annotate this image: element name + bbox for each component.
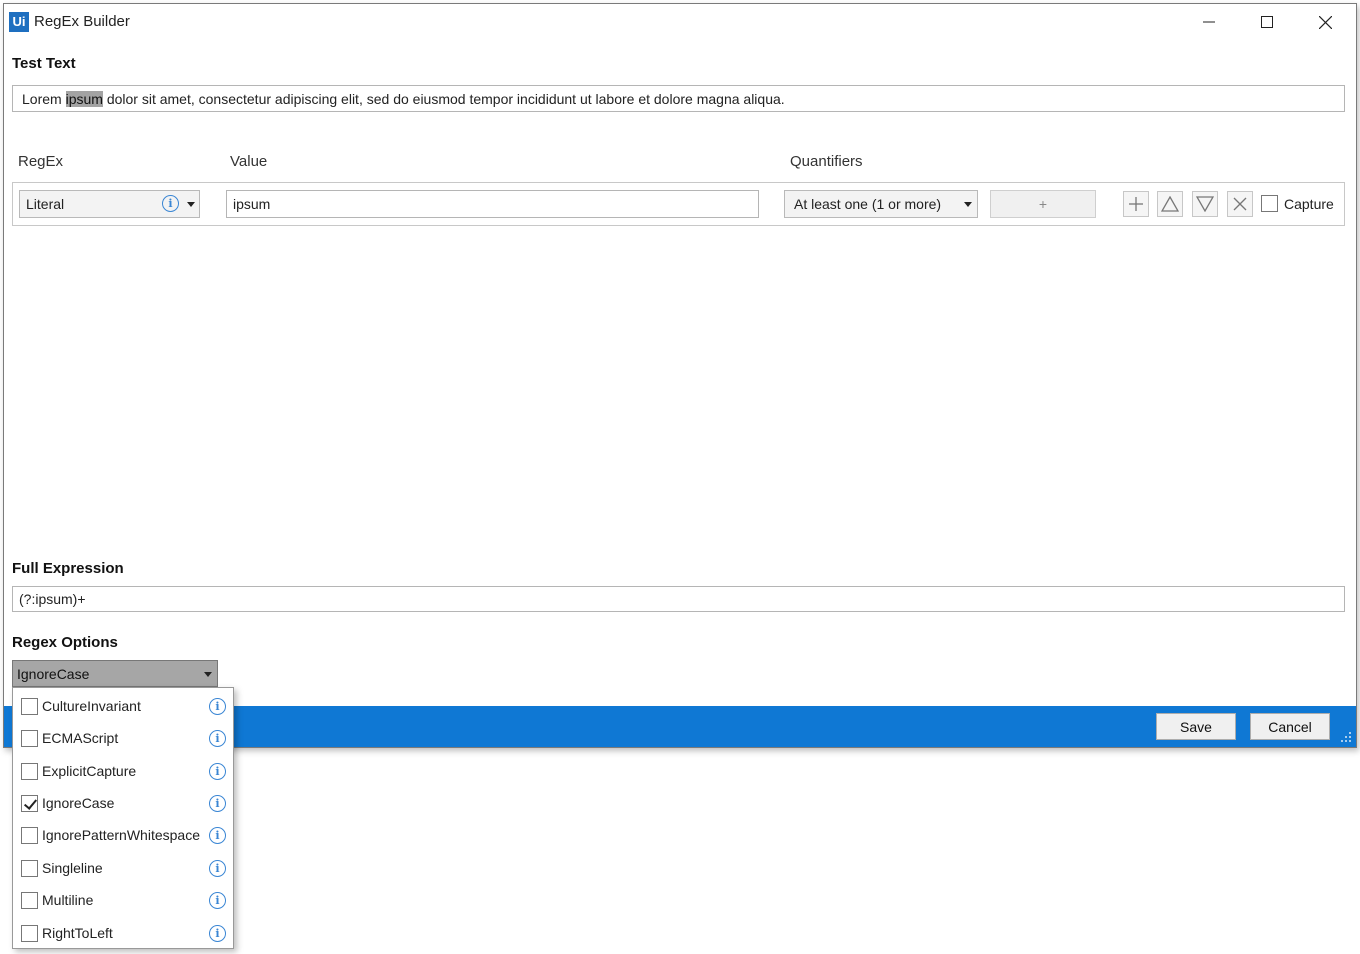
quantifier-select[interactable]: At least one (1 or more) [784,190,978,218]
option-ignore-case[interactable]: IgnoreCase i [13,787,233,819]
option-label: ExplicitCapture [42,763,137,779]
capture-label: Capture [1284,195,1334,212]
value-input[interactable]: ipsum [226,190,759,218]
option-ignore-pattern-whitespace[interactable]: IgnorePatternWhitespace i [13,819,233,851]
move-up-button[interactable] [1157,191,1183,217]
minimize-button[interactable] [1180,4,1238,40]
option-label: ECMAScript [42,730,119,746]
option-checkbox[interactable] [21,697,38,715]
quantifier-extra-value: + [1038,196,1048,212]
window-title: RegEx Builder [34,13,130,30]
regex-type-select[interactable]: Literal i [19,190,200,218]
option-checkbox[interactable] [21,891,38,909]
info-icon[interactable]: i [209,697,226,715]
regex-options-label: Regex Options [12,634,118,651]
value-input-text: ipsum [233,196,271,212]
option-right-to-left[interactable]: RightToLeft i [13,917,233,949]
test-text-label: Test Text [12,55,76,72]
option-label: IgnorePatternWhitespace [42,827,200,843]
full-expression-value: (?:ipsum)+ [19,591,86,607]
triangle-down-icon [1196,196,1214,212]
chevron-down-icon [964,202,972,207]
option-label: CultureInvariant [42,698,141,714]
info-icon[interactable]: i [209,891,226,909]
info-icon[interactable]: i [209,826,226,844]
option-label: Singleline [42,860,103,876]
regex-options-selected: IgnoreCase [17,665,90,682]
value-column-header: Value [230,153,268,170]
option-label: Multiline [42,892,94,908]
option-ecmascript[interactable]: ECMAScript i [13,722,233,754]
close-icon [1318,15,1332,29]
option-checkbox[interactable] [21,859,38,877]
quantifier-value: At least one (1 or more) [794,196,942,212]
chevron-down-icon [187,202,195,207]
option-checkbox[interactable] [21,762,38,780]
regex-builder-window: Ui RegEx Builder Test Text Lorem ipsum d… [3,3,1357,748]
delete-row-button[interactable] [1227,191,1253,217]
option-multiline[interactable]: Multiline i [13,884,233,916]
test-text-before: Lorem [22,90,66,107]
triangle-up-icon [1161,196,1179,212]
info-icon[interactable]: i [162,195,179,212]
maximize-icon [1261,16,1273,28]
option-label: IgnoreCase [42,795,115,811]
add-row-button[interactable] [1123,191,1149,217]
move-down-button[interactable] [1192,191,1218,217]
test-text-after: dolor sit amet, consectetur adipiscing e… [102,90,785,107]
app-logo: Ui [9,12,29,32]
quantifier-extra-input[interactable]: + [990,190,1096,218]
full-expression-field[interactable]: (?:ipsum)+ [12,586,1345,612]
option-checkbox[interactable] [21,924,38,942]
info-icon[interactable]: i [209,762,226,780]
info-icon[interactable]: i [209,729,226,747]
x-icon [1233,197,1247,211]
option-culture-invariant[interactable]: CultureInvariant i [13,690,233,722]
test-text-match: ipsum [65,90,103,107]
maximize-button[interactable] [1238,4,1296,40]
close-button[interactable] [1296,4,1354,40]
option-checkbox[interactable] [21,826,38,844]
regex-options-select[interactable]: IgnoreCase [12,660,218,687]
option-explicit-capture[interactable]: ExplicitCapture i [13,755,233,787]
regex-column-header: RegEx [18,153,64,170]
option-checkbox[interactable] [21,794,38,812]
regex-options-dropdown: CultureInvariant i ECMAScript i Explicit… [12,687,234,949]
info-icon[interactable]: i [209,794,226,812]
info-icon[interactable]: i [209,859,226,877]
capture-checkbox[interactable] [1261,195,1278,212]
option-label: RightToLeft [42,925,113,941]
save-button[interactable]: Save [1156,713,1236,740]
option-singleline[interactable]: Singleline i [13,852,233,884]
plus-icon [1129,197,1143,211]
capture-toggle[interactable]: Capture [1261,195,1334,212]
resize-grip-icon[interactable] [1340,731,1352,743]
full-expression-label: Full Expression [12,560,124,577]
minimize-icon [1203,21,1215,23]
regex-type-value: Literal [26,196,65,212]
info-icon[interactable]: i [209,924,226,942]
quantifiers-column-header: Quantifiers [790,153,863,170]
test-text-input[interactable]: Lorem ipsum dolor sit amet, consectetur … [12,85,1345,112]
title-bar[interactable]: Ui RegEx Builder [4,4,1356,40]
chevron-down-icon [204,672,212,677]
cancel-button[interactable]: Cancel [1250,713,1330,740]
option-checkbox[interactable] [21,729,38,747]
